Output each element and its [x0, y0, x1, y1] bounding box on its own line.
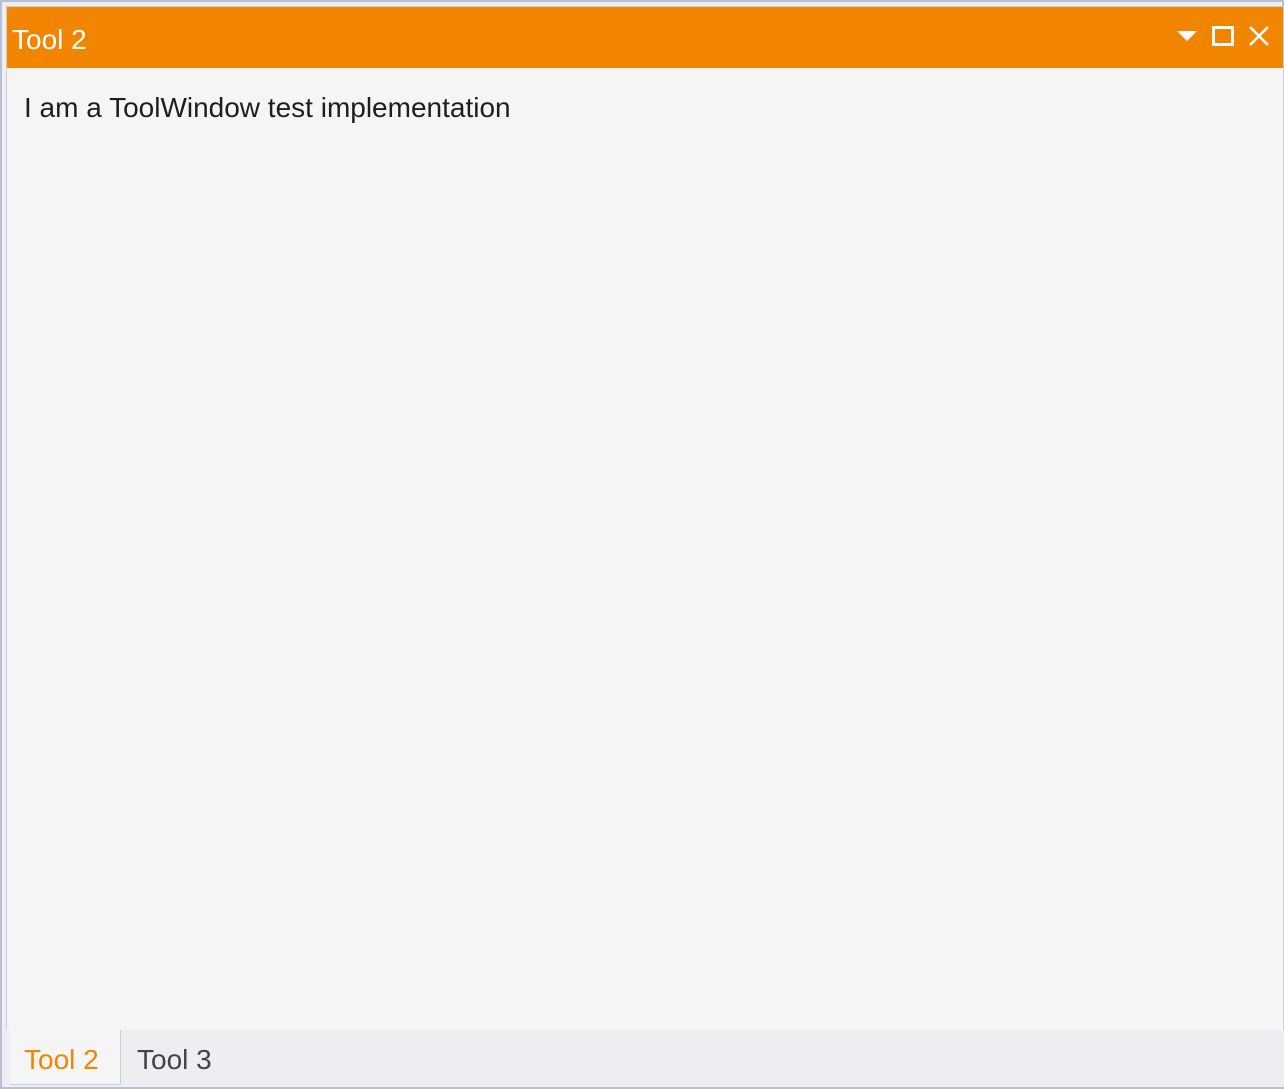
window-menu-button[interactable]: [1171, 21, 1203, 55]
window-title: Tool 2: [12, 24, 87, 55]
tab-tool-2[interactable]: Tool 2: [10, 1030, 121, 1085]
tab-tool-3[interactable]: Tool 3: [121, 1030, 231, 1085]
dropdown-arrow-icon: [1176, 29, 1198, 47]
tool-window-content: I am a ToolWindow test implementation: [24, 92, 511, 123]
dock-frame: Tool 2 I am a ToolWindow test implementa…: [0, 0, 1284, 1089]
tool-window: Tool 2 I am a ToolWindow test implementa…: [6, 6, 1284, 1031]
title-bar-buttons: [1171, 21, 1275, 55]
maximize-button[interactable]: [1207, 21, 1239, 55]
title-bar[interactable]: Tool 2: [7, 7, 1283, 68]
tab-strip: Tool 2 Tool 3: [6, 1030, 1284, 1087]
close-button[interactable]: [1243, 21, 1275, 55]
maximize-icon: [1212, 25, 1234, 51]
close-icon: [1248, 25, 1270, 52]
